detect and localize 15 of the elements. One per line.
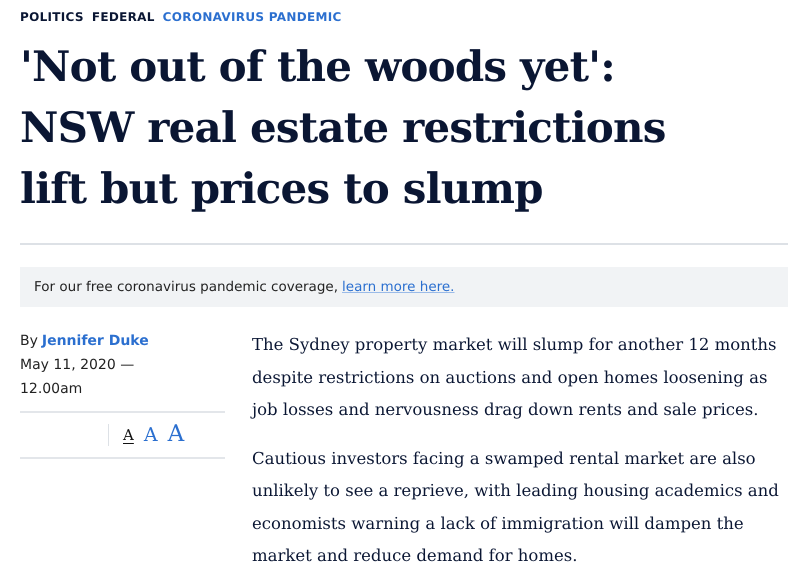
publish-time: 12.00am [20,380,84,399]
breadcrumb-link[interactable]: FEDERAL [92,10,155,24]
publish-date: May 11, 2020 — [20,356,136,375]
font-size-button[interactable]: A [144,424,158,446]
article-paragraph: The Sydney property market will slump for another 12 months despite restrictions on auctions and open homes loosening as job losses and nervousness drag down rents and sale prices. [252,334,778,421]
article-headline: 'Not out of the woods yet': NSW real estate restrictions lift but prices to slump [20,41,667,215]
author-link[interactable]: Jennifer Duke [42,329,149,353]
article-paragraph: Cautious investors facing a swamped rental market are also unlikely to see a reprieve, with leading housing academics and economists warning a lack of immigration will dampen the market and reduce demand for homes. [252,448,780,567]
font-size-button[interactable]: A [168,422,184,448]
notice-text: For our free coronavirus pandemic coverage, [34,279,338,295]
learn-more-link[interactable]: learn more here. [342,279,454,295]
byline-prefix: By [20,332,38,351]
font-size-button[interactable]: A [123,426,134,444]
breadcrumb-link[interactable]: POLITICS [20,10,84,24]
breadcrumb-link[interactable]: CORONAVIRUS PANDEMIC [162,10,342,24]
